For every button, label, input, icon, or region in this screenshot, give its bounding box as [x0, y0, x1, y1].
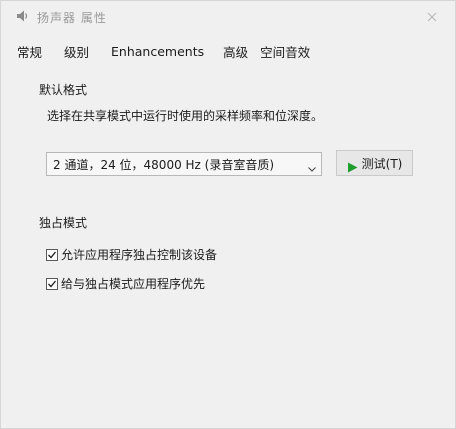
tab-spatial-sound[interactable]: 空间音效 — [254, 40, 316, 63]
close-button[interactable] — [409, 1, 455, 31]
exclusive-priority-label: 给与独占模式应用程序优先 — [61, 277, 206, 291]
exclusive-priority-checkbox[interactable] — [46, 277, 58, 290]
format-dropdown-value: 2 通道，24 位，48000 Hz (录音室音质) — [53, 157, 275, 172]
default-format-description: 选择在共享模式中运行时使用的采样频率和位深度。 — [47, 109, 324, 123]
advanced-panel: 默认格式 选择在共享模式中运行时使用的采样频率和位深度。 2 通道，24 位，4… — [26, 71, 431, 401]
allow-exclusive-checkbox-row[interactable]: 允许应用程序独占控制该设备 — [46, 246, 217, 263]
close-icon — [427, 7, 437, 26]
tab-enhancements[interactable]: Enhancements — [105, 42, 210, 61]
allow-exclusive-label: 允许应用程序独占控制该设备 — [61, 248, 218, 262]
tab-levels[interactable]: 级别 — [58, 40, 95, 63]
properties-window: 扬声器 属性 常规 级别 Enhancements 高级 空间音效 默认格式 选… — [0, 0, 456, 429]
chevron-down-icon — [307, 159, 317, 172]
window-title: 扬声器 属性 — [37, 11, 107, 25]
speaker-icon — [14, 8, 30, 24]
tab-advanced[interactable]: 高级 — [217, 40, 254, 63]
title-bar: 扬声器 属性 — [1, 1, 455, 31]
tab-strip: 常规 级别 Enhancements 高级 空间音效 — [11, 39, 322, 63]
tab-general[interactable]: 常规 — [11, 40, 48, 63]
format-dropdown[interactable]: 2 通道，24 位，48000 Hz (录音室音质) — [46, 152, 322, 176]
allow-exclusive-checkbox[interactable] — [46, 248, 58, 261]
test-button[interactable]: 测试(T) — [336, 150, 413, 176]
default-format-heading: 默认格式 — [39, 83, 88, 97]
checkmark-icon — [48, 280, 57, 287]
checkmark-icon — [48, 251, 57, 258]
exclusive-priority-checkbox-row[interactable]: 给与独占模式应用程序优先 — [46, 275, 205, 292]
play-icon — [347, 158, 358, 172]
exclusive-mode-heading: 独占模式 — [39, 216, 88, 230]
test-button-label: 测试(T) — [361, 156, 403, 171]
